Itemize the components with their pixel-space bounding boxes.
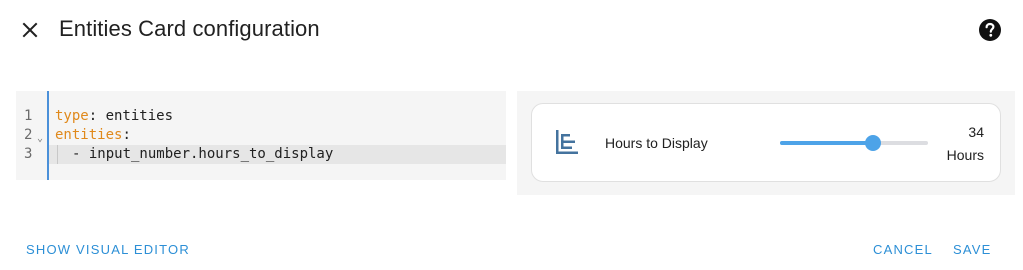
line-number: 2 (24, 127, 33, 143)
entity-name[interactable]: Hours to Display (605, 135, 708, 151)
chart-timeline-icon (556, 130, 578, 154)
cancel-button[interactable]: CANCEL (873, 242, 933, 257)
line-number: 3 (24, 146, 33, 162)
code-line[interactable]: type: entities (55, 107, 173, 126)
help-button[interactable] (976, 16, 1004, 44)
yaml-dash: - (72, 146, 89, 162)
close-icon (22, 22, 38, 38)
hours-slider[interactable] (780, 132, 928, 154)
fold-toggle-icon[interactable]: ⌄ (37, 129, 43, 148)
yaml-key: type (55, 108, 89, 124)
show-visual-editor-button[interactable]: SHOW VISUAL EDITOR (26, 242, 190, 257)
yaml-value: : entities (88, 108, 174, 124)
dialog-title: Entities Card configuration (59, 16, 320, 41)
editor-focus-border (47, 91, 49, 180)
yaml-value: input_number.hours_to_display (88, 146, 334, 162)
entity-row-icon[interactable] (554, 129, 580, 155)
yaml-code-editor[interactable]: 1 2 ⌄ 3 type: entities entities: - input… (16, 91, 506, 180)
dialog-header: Entities Card configuration (0, 0, 1023, 62)
close-button[interactable] (14, 14, 46, 46)
entities-card: Hours to Display 34 Hours (531, 103, 1001, 182)
slider-knob[interactable] (865, 135, 881, 151)
card-preview: Hours to Display 34 Hours (517, 91, 1015, 195)
slider-value: 34 (968, 124, 984, 140)
slider-unit: Hours (946, 147, 984, 163)
code-line[interactable]: entities: (55, 126, 131, 145)
yaml-key: entities (55, 127, 123, 143)
save-button[interactable]: SAVE (953, 242, 992, 257)
code-line[interactable]: - input_number.hours_to_display (72, 145, 333, 164)
line-number-gutter: 1 2 ⌄ 3 (16, 91, 47, 180)
help-circle-icon (979, 19, 1001, 41)
slider-fill (780, 141, 873, 145)
line-number: 1 (24, 108, 33, 124)
yaml-value: : (122, 127, 131, 143)
indent-guide (57, 145, 58, 164)
